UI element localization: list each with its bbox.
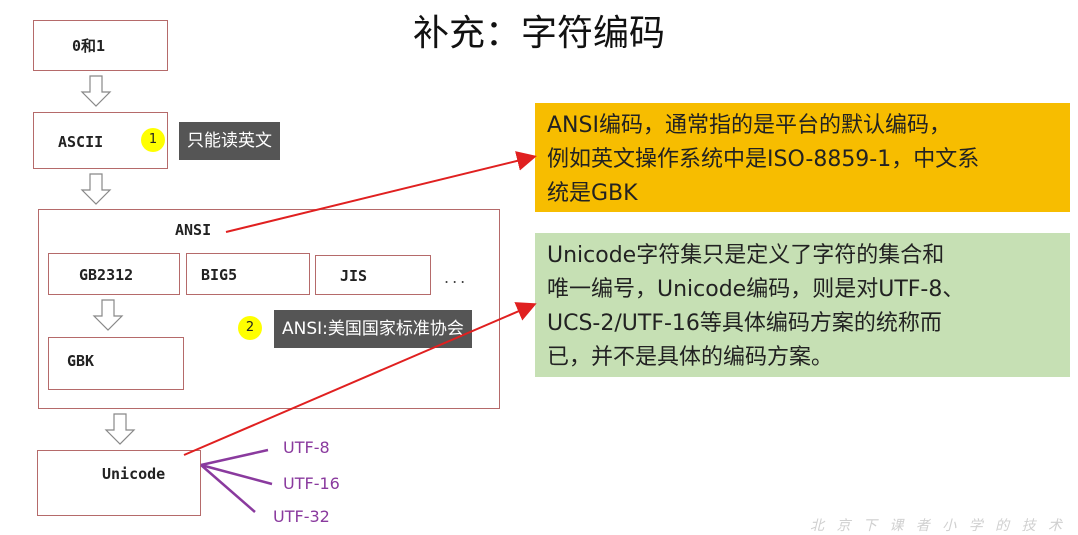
connector-layer: [80, 75, 537, 513]
down-arrow-2: [80, 173, 112, 205]
utf-8-connector: [200, 448, 269, 467]
down-arrow-1: [80, 75, 112, 107]
red-arrow-ansi: [225, 151, 537, 233]
red-arrow-unicode: [183, 302, 537, 456]
down-arrow-4: [104, 413, 136, 445]
down-arrow-3: [92, 299, 124, 331]
